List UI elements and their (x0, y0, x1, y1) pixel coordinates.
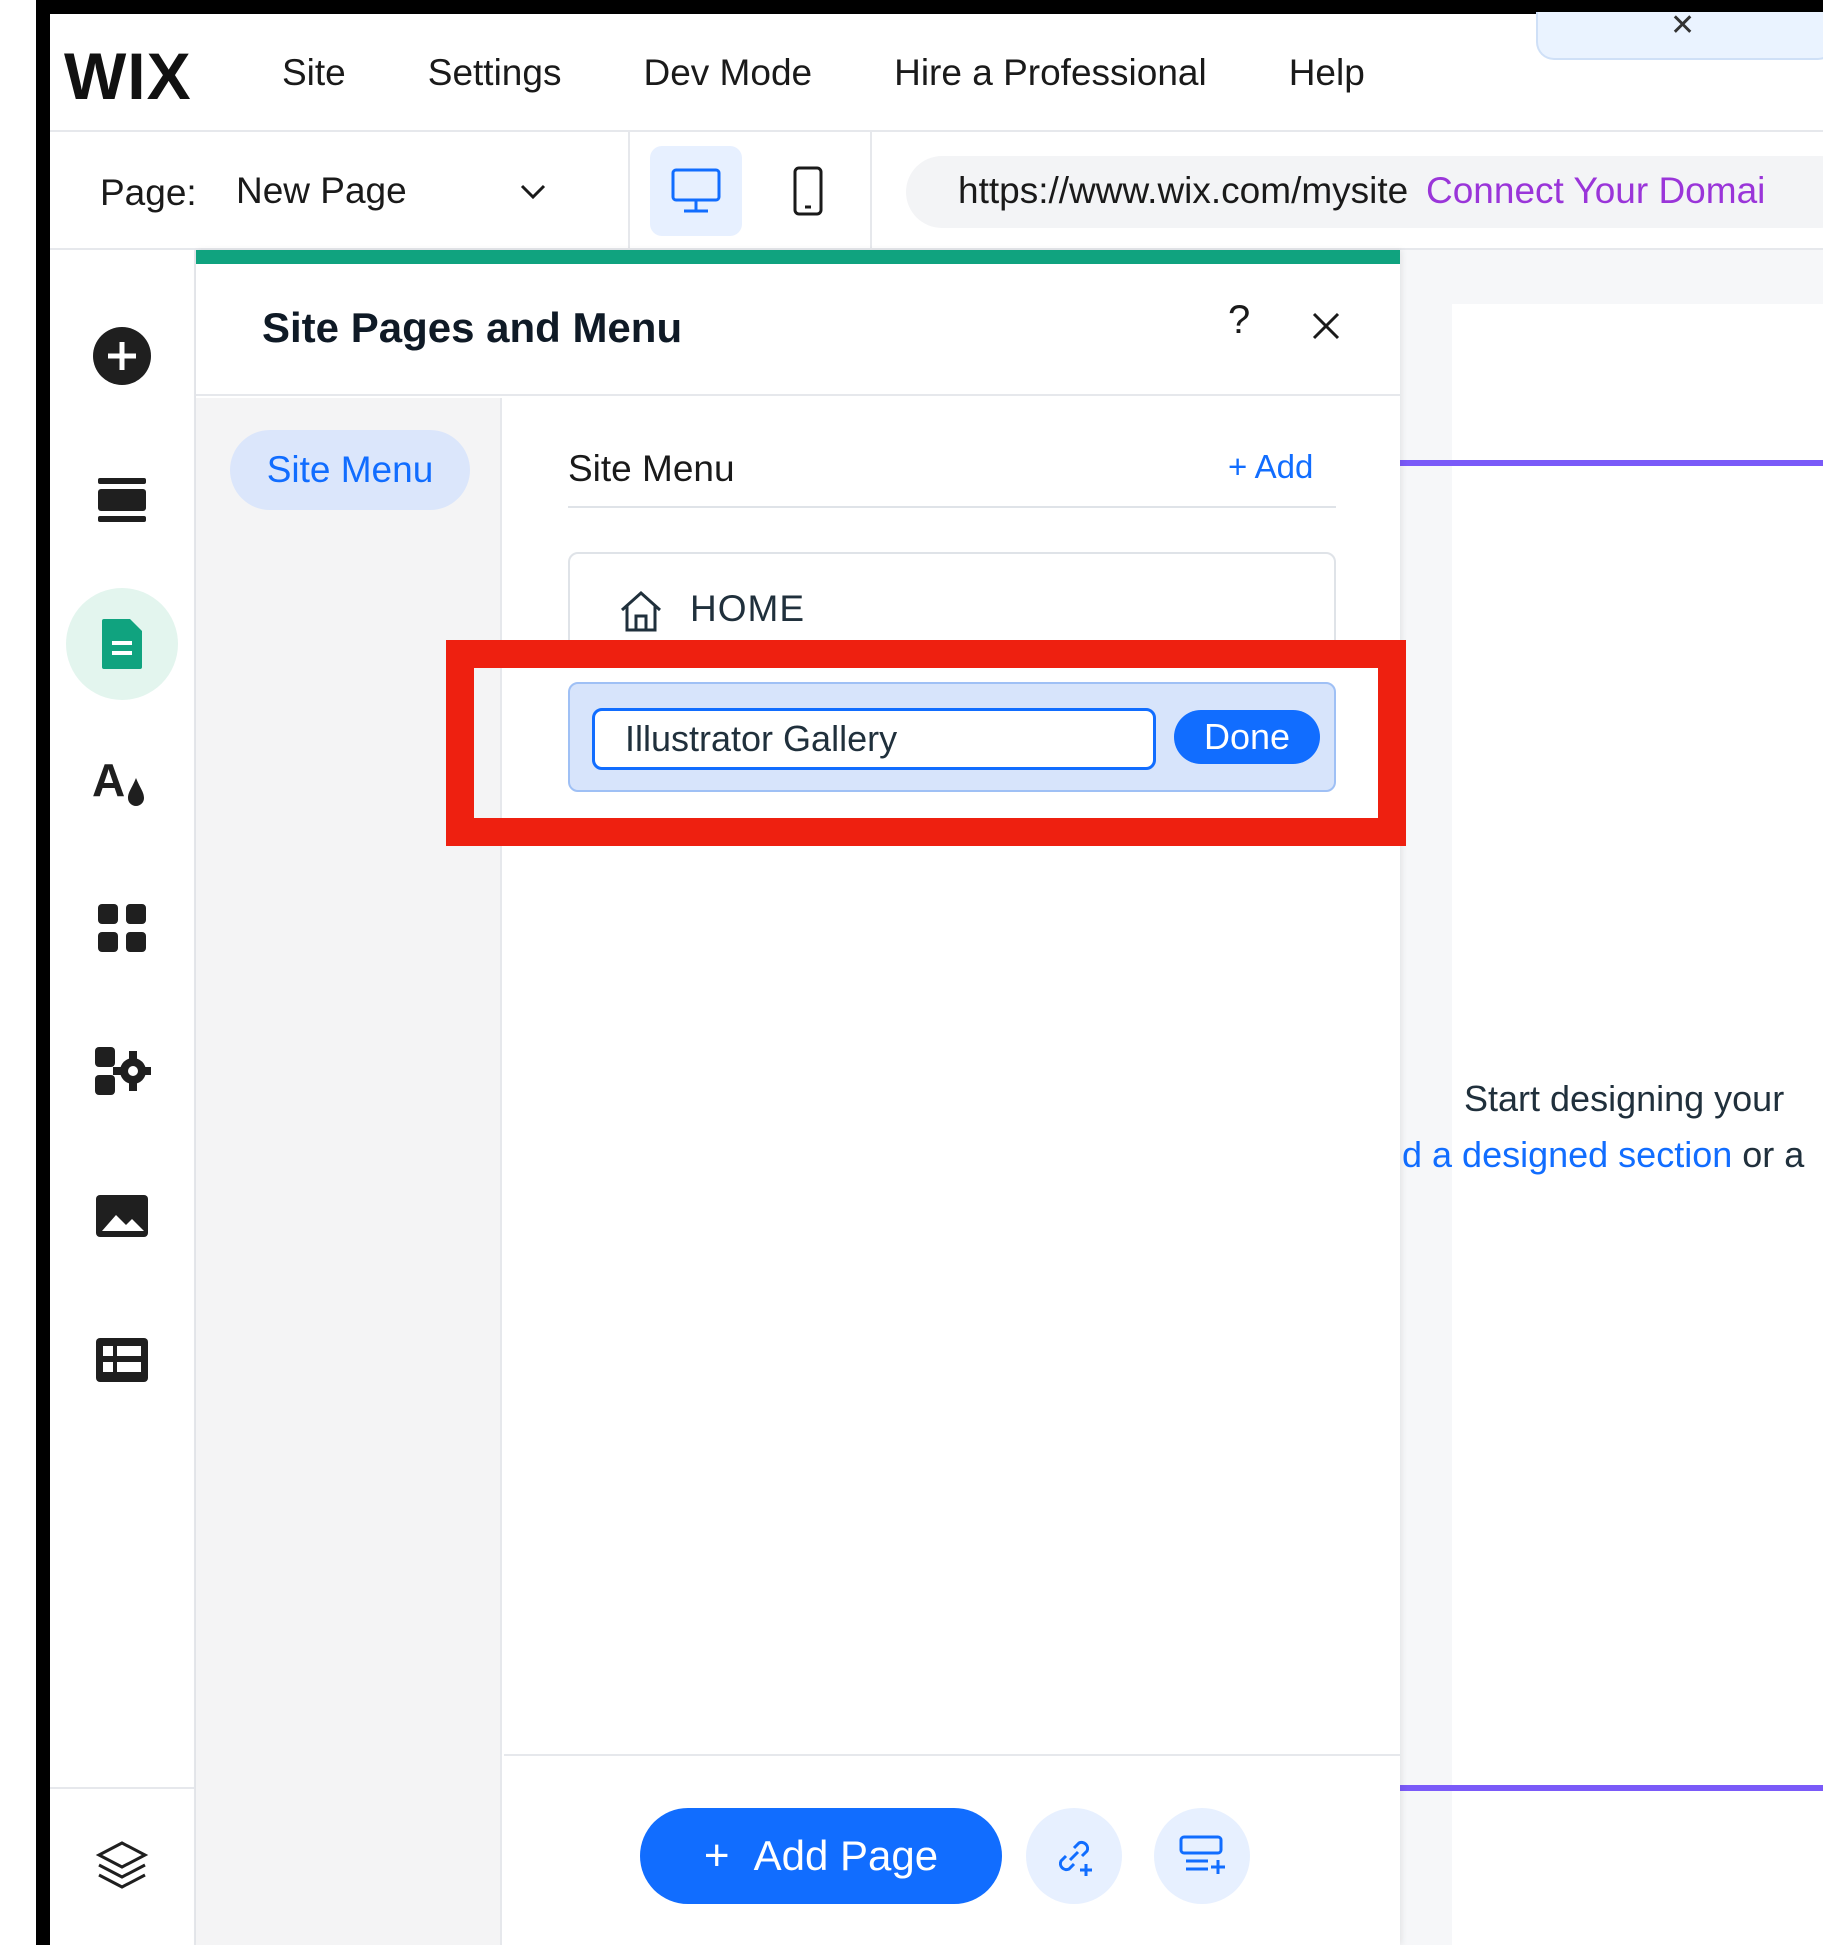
panel-content: Site Menu + Add HOME Done + Add Page (504, 398, 1400, 1945)
pages-menu-button[interactable] (66, 588, 178, 700)
desktop-view-button[interactable] (650, 146, 742, 236)
menu-dev-mode[interactable]: Dev Mode (643, 52, 812, 94)
window-left-border (36, 0, 50, 1945)
canvas-hint-text: Start designing your (1464, 1078, 1785, 1119)
site-pages-panel: Site Pages and Menu ? Site Menu Site Men… (196, 250, 1400, 1945)
rail-divider (50, 1787, 196, 1789)
connect-domain-link[interactable]: Connect Your Domai (1426, 170, 1765, 212)
help-icon[interactable]: ? (1228, 298, 1250, 343)
cms-button[interactable] (72, 1310, 172, 1410)
menu-settings[interactable]: Settings (428, 52, 562, 94)
add-icon (93, 327, 151, 385)
toolbar-divider (870, 132, 872, 250)
add-page-label: Add Page (753, 1832, 939, 1879)
editor-canvas[interactable]: Start designing your ld a designed secti… (1394, 250, 1823, 1945)
menu-item-home[interactable]: HOME (568, 552, 1336, 664)
plus-icon: + (703, 1831, 730, 1880)
panel-header: Site Pages and Menu ? (196, 264, 1400, 396)
apps-icon (98, 904, 146, 952)
cms-icon (96, 1338, 148, 1382)
mobile-icon (793, 166, 823, 216)
chevron-down-icon[interactable] (516, 174, 550, 208)
desktop-icon (671, 168, 721, 213)
section-boundary-bottom (1400, 1785, 1823, 1791)
canvas-hint-or: or a (1732, 1134, 1805, 1175)
page-toolbar: Page: New Page https://www.wix.com/mysit… (50, 132, 1823, 250)
mobile-view-button[interactable] (762, 146, 854, 236)
menu-site[interactable]: Site (282, 52, 346, 94)
add-menu-item-button[interactable]: + Add (1228, 448, 1313, 486)
toolbar-divider (628, 132, 630, 250)
page-name-input[interactable] (592, 708, 1156, 770)
tab-site-menu[interactable]: Site Menu (230, 430, 470, 510)
add-designed-section-link[interactable]: ld a designed section (1394, 1134, 1732, 1175)
add-section-button[interactable] (72, 450, 172, 550)
media-button[interactable] (72, 1166, 172, 1266)
page-selector[interactable]: New Page (236, 170, 407, 212)
menu-item-label: HOME (690, 588, 805, 629)
panel-footer-divider (504, 1754, 1400, 1756)
link-icon (1058, 1840, 1092, 1876)
site-url-bar[interactable]: https://www.wix.com/mysite Connect Your … (906, 156, 1823, 228)
close-icon[interactable]: ✕ (1670, 8, 1695, 43)
business-apps-button[interactable] (72, 1022, 172, 1122)
add-apps-button[interactable] (72, 878, 172, 978)
close-icon[interactable] (1310, 310, 1342, 342)
layers-button[interactable] (72, 1816, 172, 1916)
layers-icon (95, 1841, 149, 1889)
theme-icon: A (92, 756, 144, 806)
home-icon (620, 590, 662, 632)
media-icon (96, 1195, 148, 1237)
panel-accent-line (196, 250, 1400, 264)
wix-logo[interactable]: WIX (64, 38, 192, 114)
page-label: Page: (100, 172, 197, 213)
add-dropdown-button[interactable] (1154, 1808, 1250, 1904)
business-apps-icon (95, 1047, 151, 1095)
site-url: https://www.wix.com/mysite (958, 170, 1409, 211)
canvas-hint-line2: ld a designed section or a (1394, 1134, 1804, 1176)
section-boundary-top (1400, 460, 1823, 466)
sections-icon (98, 478, 146, 522)
main-menu: Site Settings Dev Mode Hire a Profession… (282, 14, 1447, 132)
dropdown-add-icon (1179, 1835, 1225, 1874)
panel-title: Site Pages and Menu (262, 304, 683, 351)
menu-hire-professional[interactable]: Hire a Professional (894, 52, 1207, 94)
menu-item-editing: Done (568, 682, 1336, 792)
page-canvas[interactable] (1452, 304, 1823, 1945)
section-title: Site Menu (568, 448, 735, 489)
section-divider (568, 506, 1336, 508)
pages-icon (102, 619, 142, 669)
left-tool-rail: A (50, 250, 196, 1945)
add-elements-button[interactable] (72, 306, 172, 406)
theme-manager-button[interactable]: A (72, 734, 172, 834)
add-page-button[interactable]: + Add Page (640, 1808, 1002, 1904)
top-menu-bar: WIX Site Settings Dev Mode Hire a Profes… (50, 9, 1823, 132)
done-button[interactable]: Done (1174, 710, 1320, 764)
add-link-button[interactable] (1026, 1808, 1122, 1904)
svg-text:A: A (92, 756, 125, 806)
panel-side-nav: Site Menu (196, 398, 502, 1945)
menu-help[interactable]: Help (1289, 52, 1365, 94)
